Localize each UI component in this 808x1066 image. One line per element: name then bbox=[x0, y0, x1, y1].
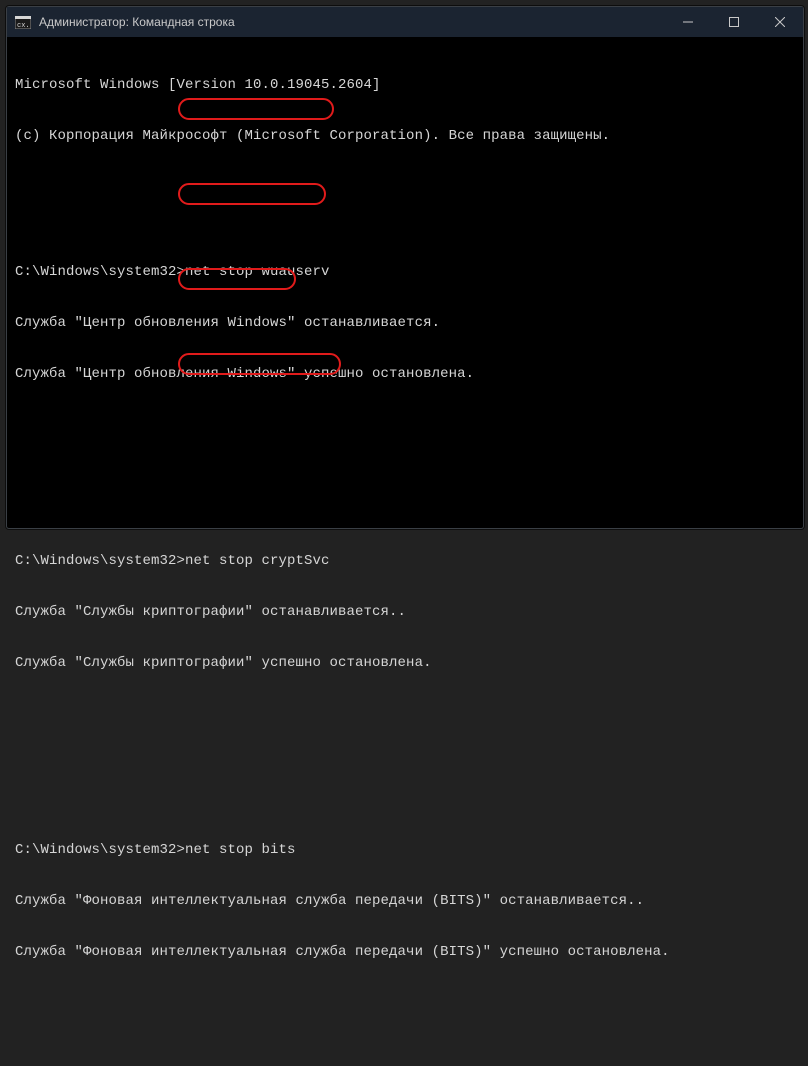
minimize-button[interactable] bbox=[665, 7, 711, 37]
close-button[interactable] bbox=[757, 7, 803, 37]
header-line: Microsoft Windows [Version 10.0.19045.26… bbox=[15, 77, 795, 94]
prompt: C:\Windows\system32> bbox=[15, 842, 185, 858]
blank-line bbox=[15, 417, 795, 434]
output-line: Служба "Фоновая интеллектуальная служба … bbox=[15, 893, 795, 910]
cmd-icon: cx. bbox=[15, 15, 31, 29]
command: net stop wuauserv bbox=[185, 264, 330, 280]
blank-line bbox=[15, 757, 795, 774]
blank-line bbox=[15, 995, 795, 1012]
blank-line bbox=[15, 1046, 795, 1063]
blank-line bbox=[15, 706, 795, 723]
output-line: Служба "Центр обновления Windows" успешн… bbox=[15, 366, 795, 383]
terminal-output[interactable]: Microsoft Windows [Version 10.0.19045.26… bbox=[7, 37, 803, 1066]
prompt-line: C:\Windows\system32>net stop wuauserv bbox=[15, 264, 795, 281]
blank-line bbox=[15, 468, 795, 485]
prompt: C:\Windows\system32> bbox=[15, 553, 185, 569]
titlebar[interactable]: cx. Администратор: Командная строка bbox=[7, 7, 803, 37]
prompt-line: C:\Windows\system32>net stop cryptSvc bbox=[15, 553, 795, 570]
blank-line bbox=[15, 179, 795, 196]
svg-text:cx.: cx. bbox=[17, 22, 30, 29]
command: net stop cryptSvc bbox=[185, 553, 330, 569]
command: net stop bits bbox=[185, 842, 296, 858]
maximize-button[interactable] bbox=[711, 7, 757, 37]
output-line: Служба "Службы криптографии" останавлива… bbox=[15, 604, 795, 621]
prompt: C:\Windows\system32> bbox=[15, 264, 185, 280]
output-line: Служба "Службы криптографии" успешно ост… bbox=[15, 655, 795, 672]
output-line: Служба "Фоновая интеллектуальная служба … bbox=[15, 944, 795, 961]
output-line: Служба "Центр обновления Windows" остана… bbox=[15, 315, 795, 332]
window-title: Администратор: Командная строка bbox=[39, 15, 665, 29]
prompt-line: C:\Windows\system32>net stop bits bbox=[15, 842, 795, 859]
cmd-window: cx. Администратор: Командная строка Micr… bbox=[6, 6, 804, 529]
header-line: (c) Корпорация Майкрософт (Microsoft Cor… bbox=[15, 128, 795, 145]
